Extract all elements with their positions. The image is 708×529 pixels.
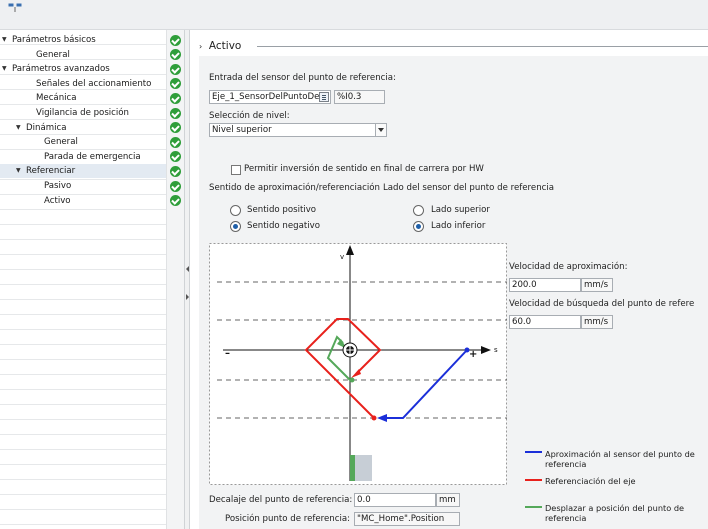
offset-field[interactable]: 0.0 [354,493,436,507]
tree-item-label: Dinámica [26,122,67,133]
sensor-address-field[interactable]: %I0.3 [334,90,385,104]
expand-arrow-icon[interactable]: ▼ [16,121,21,135]
homing-diagram-graphic [209,243,507,485]
status-check-icon [170,165,181,177]
tree-item-label: Activo [44,195,71,206]
collapse-left-icon[interactable] [186,266,189,272]
tree-item-label: Mecánica [36,93,77,104]
offset-label: Decalaje del punto de referencia: [209,495,353,505]
status-check-icon [170,92,181,104]
tag-browse-button[interactable] [319,92,329,102]
offset-unit: mm [436,493,460,507]
positive-direction-label: Sentido positivo [247,205,317,215]
section-title: Activo [208,40,242,52]
expand-arrow-icon[interactable]: ▼ [16,164,21,178]
legend-approach-swatch [525,451,542,453]
parameter-tree: ▼ Parámetros básicos General ▼ Parámetros av… [0,30,190,529]
tree-item-label: Parámetros básicos [12,35,96,45]
tree-item-label: Vigilancia de posición [36,108,129,118]
status-check-icon [170,107,181,119]
status-check-icon [170,34,181,46]
minus-sign: – [225,348,230,359]
level-select[interactable]: Nivel superior [209,123,387,137]
ref-position-field: "MC_Home".Position [354,512,460,526]
status-check-icon [170,49,181,61]
chevron-down-icon[interactable] [375,124,386,136]
reference-point [371,415,377,421]
status-check-icon [170,136,181,148]
top-toolbar [0,0,708,30]
legend-approach-text: Aproximación al sensor del punto de refe… [545,449,695,469]
section-header: › Activo [199,40,241,52]
radio-lower-side[interactable] [413,221,424,232]
tree-item-label: Parámetros avanzados [12,64,110,75]
panel-splitter[interactable] [184,30,190,529]
permit-reversal-label: Permitir inversión de sentido en final d… [244,164,484,174]
legend-referencing-swatch [525,479,542,481]
tree-item-label: Parada de emergencia [44,151,141,162]
upper-side-label: Lado superior [431,205,490,215]
status-column [166,30,184,529]
plus-sign: + [469,349,478,360]
status-check-icon [170,195,181,207]
expand-right-icon[interactable] [186,294,189,300]
section-divider [257,46,708,47]
expand-arrow-icon[interactable]: ▼ [2,33,7,47]
permit-reversal-checkbox[interactable] [231,165,241,175]
v-axis-label: v [340,253,345,261]
radio-positive-direction[interactable] [230,205,241,216]
legend-referencing-text: Referenciación del eje [545,476,636,486]
tree-item-label: Pasivo [44,181,72,191]
shift-point [349,377,355,383]
approach-velocity-label: Velocidad de aproximación: [509,262,628,272]
status-check-icon [170,180,181,192]
status-check-icon [170,122,181,134]
sensor-marker [350,455,355,481]
sensor-input-label: Entrada del sensor del punto de referenc… [209,73,396,83]
diagram-frame [209,243,507,485]
level-label: Selección de nivel: [209,111,290,121]
search-velocity-unit: mm/s [581,315,613,329]
tree-item-label: General [36,49,70,60]
radio-upper-side[interactable] [413,205,424,216]
radio-negative-direction[interactable] [230,221,241,232]
section-expander-icon[interactable]: › [199,42,202,51]
tree-item-label: Referenciar [26,166,76,177]
status-check-icon [170,63,181,75]
search-velocity-label: Velocidad de búsqueda del punto de refer… [509,299,695,309]
network-view-icon[interactable] [8,3,22,13]
negative-direction-label: Sentido negativo [247,221,320,231]
level-select-value: Nivel superior [212,125,272,135]
tree-item-label: Señales del accionamiento [36,78,152,89]
homing-diagram: v s – + [209,243,507,485]
legend-shift-swatch [525,506,542,508]
direction-group-label: Sentido de aproximación/referenciación [209,183,380,193]
tree-item[interactable]: ▼ Referenciar [0,164,166,179]
lower-side-label: Lado inferior [431,221,486,231]
s-axis-label: s [494,346,498,354]
expand-arrow-icon[interactable]: ▼ [2,62,7,76]
sensor-side-group-label: Lado del sensor del punto de referencia [383,183,555,193]
status-check-icon [170,151,181,163]
tree-item-label: General [44,137,78,148]
approach-velocity-unit: mm/s [581,278,613,292]
legend-shift-text: Desplazar a posición del punto de refere… [545,503,685,523]
approach-velocity-field[interactable]: 200.0 [509,278,581,292]
ref-position-label: Posición punto de referencia: [225,514,351,524]
search-velocity-field[interactable]: 60.0 [509,315,581,329]
tree-row-lines [0,30,166,529]
sensor-tag-field[interactable]: Eje_1_SensorDelPuntoDeR [209,90,331,104]
status-check-icon [170,78,181,90]
